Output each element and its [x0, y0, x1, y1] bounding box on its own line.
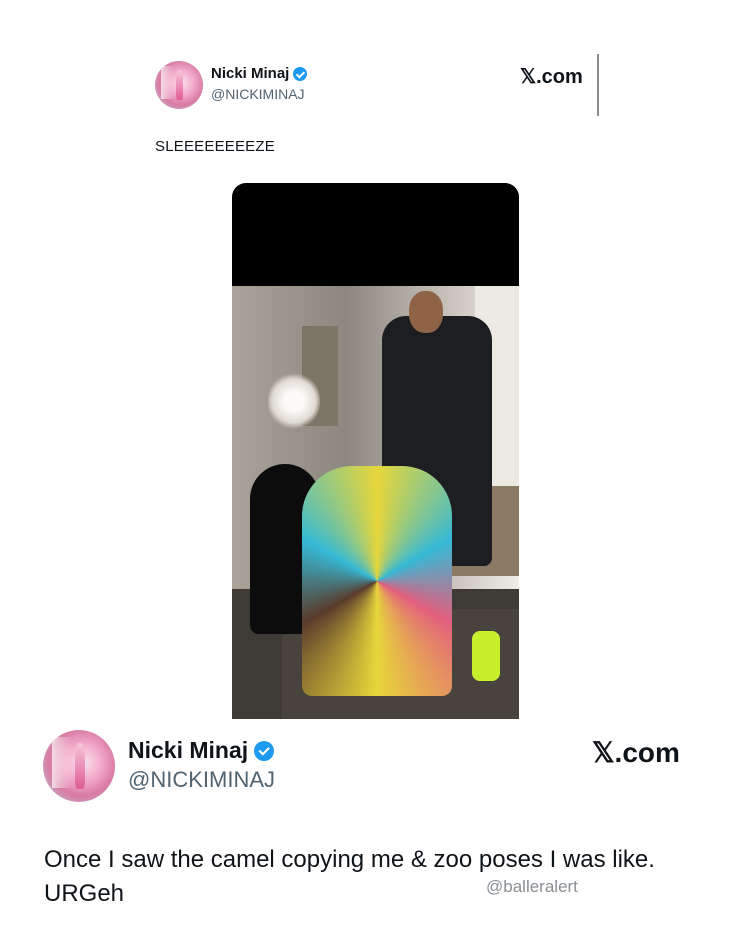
author-avatar[interactable]: [43, 730, 115, 802]
embedded-author-name[interactable]: Nicki Minaj: [211, 65, 289, 82]
author-name[interactable]: Nicki Minaj: [128, 737, 248, 764]
author-name-row[interactable]: Nicki Minaj: [128, 737, 275, 764]
embedded-author-avatar[interactable]: [155, 61, 203, 109]
x-logo-icon[interactable]: 𝕏.com: [520, 64, 583, 89]
watermark: @balleralert: [486, 877, 578, 896]
verified-badge-icon: [293, 66, 308, 81]
tweet-text: Once I saw the camel copying me & zoo po…: [44, 846, 655, 907]
x-logo-icon[interactable]: 𝕏.com: [592, 736, 680, 769]
tweet-photo[interactable]: [232, 286, 519, 719]
media-letterbox: [232, 183, 519, 286]
embedded-tweet-text: SLEEEEEEEEZE: [155, 138, 275, 155]
embedded-author-name-row[interactable]: Nicki Minaj: [211, 65, 308, 82]
tweet-media[interactable]: [232, 183, 519, 719]
author-handle[interactable]: @NICKIMINAJ: [128, 767, 275, 793]
embedded-author-handle[interactable]: @NICKIMINAJ: [211, 86, 305, 102]
verified-badge-icon: [254, 740, 275, 761]
vertical-divider: [597, 54, 599, 116]
